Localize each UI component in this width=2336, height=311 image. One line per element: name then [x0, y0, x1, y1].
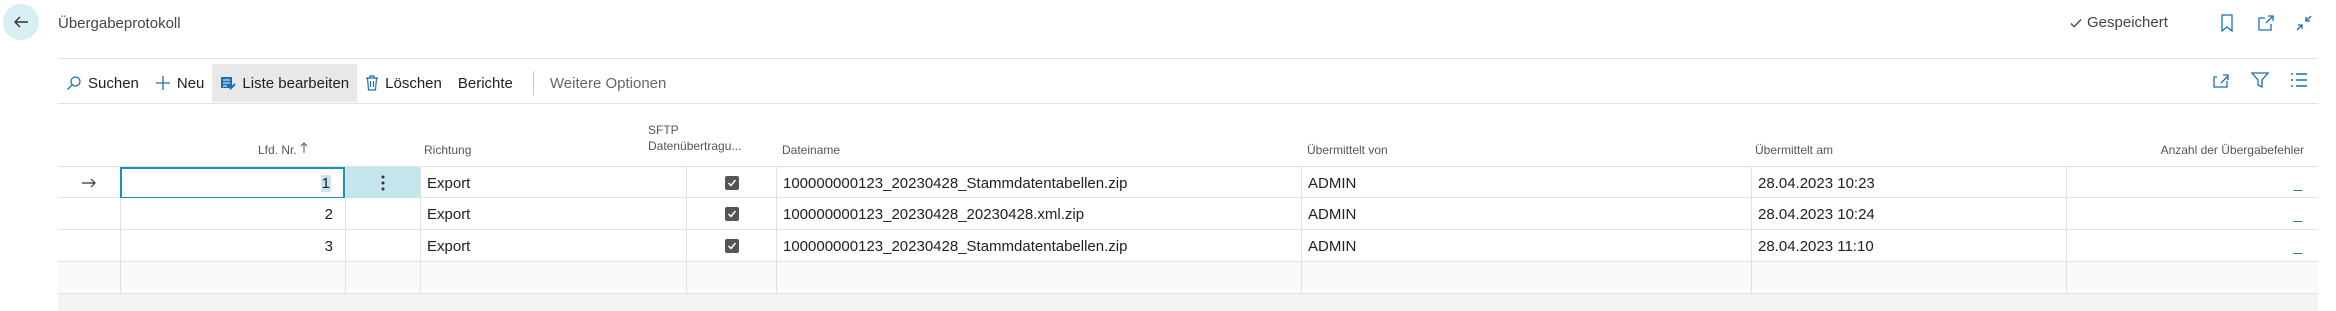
delete-label: Löschen — [385, 74, 442, 92]
uebermittelt-von-cell[interactable]: ADMIN — [1301, 230, 1751, 262]
uebermittelt-am-cell[interactable] — [1751, 262, 2066, 294]
plus-icon — [155, 76, 170, 90]
lfd-nr-cell[interactable]: 2 — [120, 198, 345, 230]
sftp-checkbox[interactable] — [724, 239, 739, 253]
column-header-dateiname[interactable]: Dateiname — [782, 142, 840, 158]
header-divider — [58, 58, 2318, 59]
sftp-checkbox[interactable] — [724, 176, 739, 190]
lfd-nr-value: 1 — [320, 174, 331, 192]
action-separator — [532, 71, 534, 95]
uebermittelt-von-cell[interactable]: ADMIN — [1301, 167, 1751, 199]
sftp-cell[interactable] — [686, 230, 776, 262]
uebermittelt-am-cell[interactable]: 28.04.2023 10:23 — [1751, 167, 2066, 199]
row-indicator — [58, 230, 120, 262]
delete-button[interactable]: Löschen — [357, 64, 450, 102]
saved-label: Gespeichert — [2087, 14, 2168, 31]
check-icon — [727, 242, 736, 250]
new-label: Neu — [176, 74, 205, 92]
column-header-uebermittelt-von[interactable]: Übermittelt von — [1307, 142, 1388, 158]
row-menu-cell — [345, 262, 420, 294]
saved-status: Gespeichert — [2069, 14, 2168, 31]
anzahl-fehler-cell[interactable]: _ — [2066, 198, 2318, 230]
uebermittelt-von-cell[interactable] — [1301, 262, 1751, 294]
anzahl-fehler-cell[interactable]: _ — [2066, 167, 2318, 199]
sort-ascending-icon — [300, 142, 308, 153]
column-header-sftp[interactable]: SFTP Datenübertragu... — [648, 122, 741, 154]
more-options-label: Weitere Optionen — [549, 74, 667, 92]
search-icon — [67, 76, 81, 90]
uebermittelt-am-cell[interactable]: 28.04.2023 10:24 — [1751, 198, 2066, 230]
table-header: Lfd. Nr. Richtung SFTP Datenübertragu...… — [58, 104, 2318, 166]
lfd-nr-cell[interactable]: 1 — [120, 167, 345, 199]
more-options-button[interactable]: Weitere Optionen — [542, 64, 674, 102]
checkmark-icon — [2070, 18, 2082, 28]
filter-button[interactable] — [2250, 70, 2270, 90]
richtung-cell[interactable]: Export — [420, 230, 686, 262]
table-row[interactable]: 2 Export 100000000123_20230428_20230428.… — [58, 198, 2318, 230]
sftp-cell[interactable] — [686, 262, 776, 294]
dateiname-cell[interactable]: 100000000123_20230428_20230428.xml.zip — [776, 198, 1301, 230]
filter-icon — [2251, 72, 2269, 89]
share-icon — [2213, 74, 2229, 88]
column-header-lfd-nr[interactable]: Lfd. Nr. — [258, 142, 383, 158]
row-indicator — [58, 167, 120, 199]
reports-label: Berichte — [457, 74, 513, 92]
collapse-button[interactable] — [2295, 14, 2313, 32]
open-in-new-window-icon — [2258, 15, 2274, 31]
dateiname-cell[interactable] — [776, 262, 1301, 294]
check-icon — [727, 179, 736, 187]
edit-list-button[interactable]: Liste bearbeiten — [212, 64, 358, 102]
back-arrow-icon — [14, 16, 28, 28]
action-bar: Suchen Neu Liste bearbeiten Löschen Beri… — [58, 64, 674, 102]
bookmark-button[interactable] — [2218, 14, 2236, 32]
lfd-nr-cell[interactable] — [120, 262, 345, 294]
row-indicator — [58, 198, 120, 230]
row-menu-cell — [345, 198, 420, 230]
column-header-uebermittelt-am[interactable]: Übermittelt am — [1755, 142, 1833, 158]
row-arrow-icon — [82, 178, 96, 188]
richtung-cell[interactable]: Export — [420, 167, 686, 199]
share-button[interactable] — [2211, 70, 2231, 90]
column-label-sftp-line1: SFTP — [648, 123, 679, 137]
table-row[interactable]: 1 Export 100000000123_20230428_Stammdate… — [58, 166, 2318, 199]
richtung-cell[interactable]: Export — [420, 198, 686, 230]
sftp-cell[interactable] — [686, 167, 776, 199]
anzahl-fehler-cell[interactable] — [2066, 262, 2318, 294]
richtung-cell[interactable] — [420, 262, 686, 294]
column-label-sftp-line2: Datenübertragu... — [648, 139, 742, 153]
back-button[interactable] — [3, 4, 39, 40]
column-label-lfd-nr: Lfd. Nr. — [258, 143, 297, 157]
sftp-cell[interactable] — [686, 198, 776, 230]
row-menu-cell — [345, 230, 420, 262]
search-button[interactable]: Suchen — [58, 64, 147, 102]
check-icon — [727, 210, 736, 218]
reports-button[interactable]: Berichte — [450, 64, 521, 102]
sftp-checkbox[interactable] — [724, 207, 739, 221]
bookmark-icon — [2221, 14, 2233, 32]
lfd-nr-cell[interactable]: 3 — [120, 230, 345, 262]
list-view-icon — [2291, 73, 2307, 87]
trash-icon — [366, 75, 379, 91]
collapse-icon — [2296, 15, 2312, 31]
uebermittelt-am-cell[interactable]: 28.04.2023 11:10 — [1751, 230, 2066, 262]
search-label: Suchen — [88, 74, 139, 92]
edit-list-label: Liste bearbeiten — [242, 74, 350, 92]
column-header-anzahl-fehler[interactable]: Anzahl der Übergabefehler — [2137, 142, 2304, 158]
anzahl-fehler-cell[interactable]: _ — [2066, 230, 2318, 262]
new-button[interactable]: Neu — [147, 64, 213, 102]
popout-button[interactable] — [2257, 14, 2275, 32]
uebermittelt-von-cell[interactable]: ADMIN — [1301, 198, 1751, 230]
list-view-button[interactable] — [2289, 70, 2309, 90]
row-menu-button[interactable] — [345, 167, 420, 199]
page-title: Übergabeprotokoll — [58, 15, 181, 32]
table-row[interactable]: 3 Export 100000000123_20230428_Stammdate… — [58, 230, 2318, 262]
row-indicator — [58, 262, 120, 294]
column-header-richtung[interactable]: Richtung — [424, 142, 471, 158]
more-vertical-icon — [381, 175, 385, 191]
dateiname-cell[interactable]: 100000000123_20230428_Stammdatentabellen… — [776, 230, 1301, 262]
edit-list-icon — [221, 77, 237, 90]
dateiname-cell[interactable]: 100000000123_20230428_Stammdatentabellen… — [776, 167, 1301, 199]
table-row-new[interactable] — [58, 262, 2318, 294]
